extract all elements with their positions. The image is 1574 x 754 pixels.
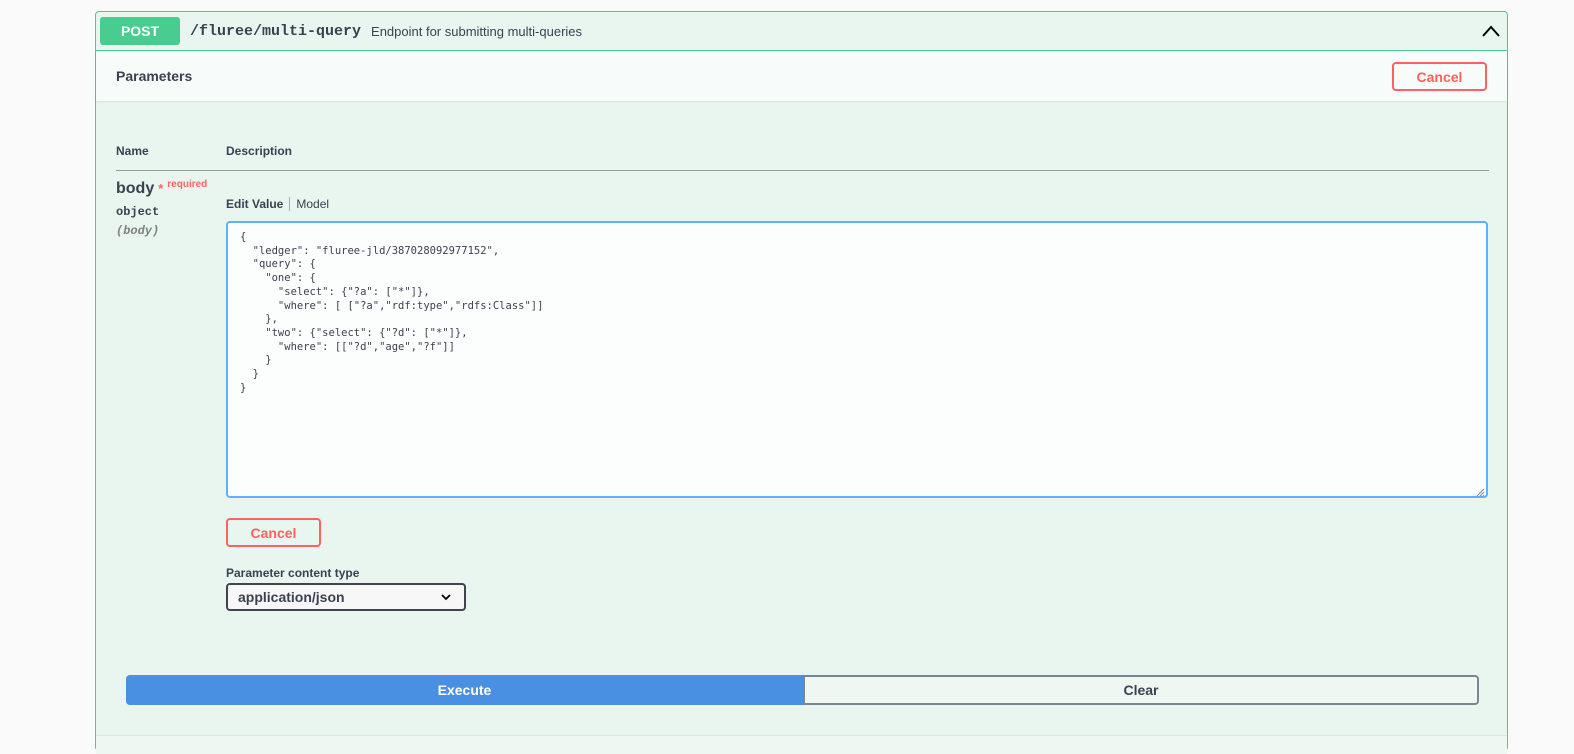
param-name-text: body	[116, 180, 155, 197]
content-type-select[interactable]: application/json	[226, 583, 466, 611]
parameters-header: Parameters Cancel	[96, 51, 1507, 101]
required-label: required	[167, 179, 208, 190]
required-star: *	[158, 181, 164, 196]
parameters-title: Parameters	[116, 68, 193, 84]
content-type-value: application/json	[238, 589, 345, 605]
operation-summary[interactable]: POST /fluree/multi-query Endpoint for su…	[96, 12, 1507, 51]
chevron-up-icon[interactable]	[1481, 24, 1501, 38]
param-name: body * required	[116, 179, 208, 198]
body-tabs: Edit Value Model	[226, 197, 329, 211]
tab-edit-value[interactable]: Edit Value	[226, 197, 283, 211]
endpoint-path: /fluree/multi-query	[190, 22, 362, 40]
tab-model[interactable]: Model	[296, 197, 329, 211]
column-header-description: Description	[226, 144, 293, 158]
responses-header-edge	[96, 735, 1507, 754]
column-header-name: Name	[116, 144, 149, 158]
cancel-edit-button[interactable]: Cancel	[226, 518, 321, 547]
http-method-badge: POST	[100, 17, 180, 45]
operation-block: POST /fluree/multi-query Endpoint for su…	[95, 11, 1508, 754]
param-location: (body)	[116, 224, 160, 238]
content-type-label: Parameter content type	[226, 566, 360, 580]
cancel-try-out-button[interactable]: Cancel	[1392, 62, 1487, 91]
tab-separator	[289, 197, 291, 211]
endpoint-summary: Endpoint for submitting multi-queries	[371, 23, 583, 39]
clear-button[interactable]: Clear	[803, 675, 1479, 705]
param-type: object	[116, 205, 160, 219]
header-divider	[116, 170, 1489, 171]
resize-handle-icon[interactable]	[1476, 488, 1485, 497]
execute-wrapper: Execute Clear	[126, 675, 1479, 705]
execute-button[interactable]: Execute	[126, 675, 803, 705]
body-json-editor[interactable]: { "ledger": "fluree-jld/387028092977152"…	[226, 221, 1488, 498]
chevron-down-icon	[441, 594, 451, 601]
